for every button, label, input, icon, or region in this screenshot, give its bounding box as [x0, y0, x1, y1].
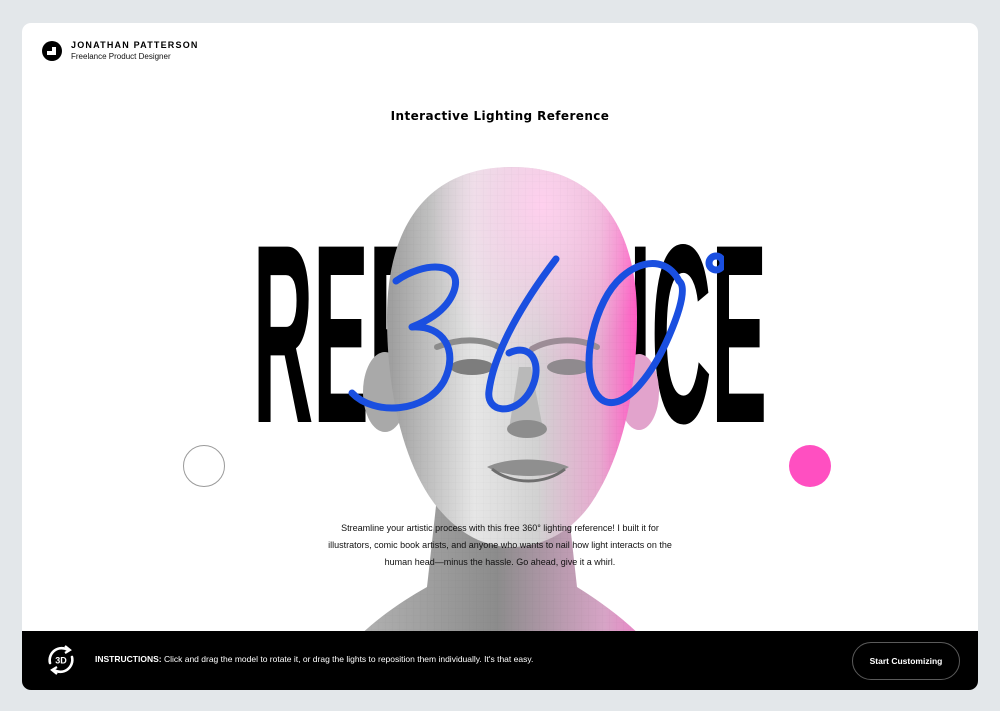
description-line: illustrators, comic book artists, and an…	[328, 540, 672, 550]
brand[interactable]: JONATHAN PATTERSON Freelance Product Des…	[42, 40, 199, 62]
instructions-bar: 3D INSTRUCTIONS: Click and drag the mode…	[22, 631, 978, 690]
description: Streamline your artistic process with th…	[320, 520, 680, 571]
description-line: human head—minus the hassle. Go ahead, g…	[384, 557, 616, 567]
instructions-label: INSTRUCTIONS:	[95, 654, 162, 664]
logo-icon	[42, 41, 62, 61]
brand-text: JONATHAN PATTERSON Freelance Product Des…	[71, 40, 199, 62]
instructions-body: Click and drag the model to rotate it, o…	[161, 654, 534, 664]
light-handle-white[interactable]	[183, 445, 225, 487]
main-card: JONATHAN PATTERSON Freelance Product Des…	[22, 23, 978, 690]
scribble-360	[348, 252, 724, 413]
description-line: Streamline your artistic process with th…	[341, 523, 659, 533]
rotate-3d-icon: 3D	[48, 645, 74, 675]
start-customizing-button[interactable]: Start Customizing	[852, 642, 960, 680]
brand-subtitle: Freelance Product Designer	[71, 52, 171, 61]
light-handle-pink[interactable]	[789, 445, 831, 487]
rotate-3d-icon-label: 3D	[55, 656, 67, 666]
page-title: Interactive Lighting Reference	[390, 109, 610, 123]
instructions-text: INSTRUCTIONS: Click and drag the model t…	[95, 654, 533, 664]
brand-name: JONATHAN PATTERSON	[71, 40, 199, 50]
